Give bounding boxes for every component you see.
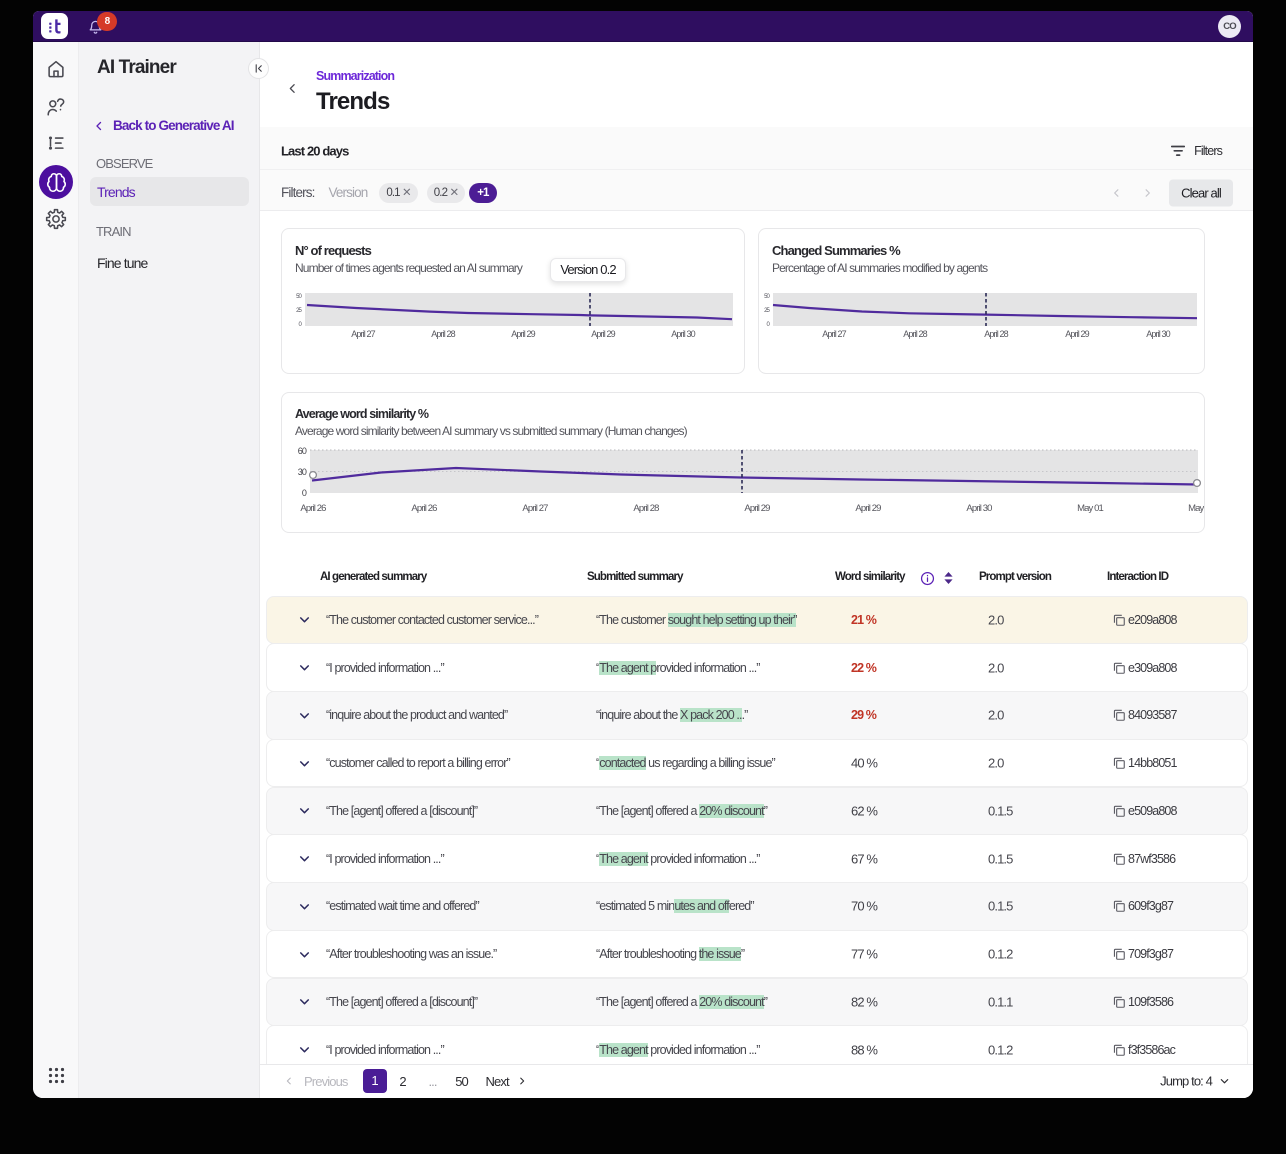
svg-text:April 27: April 27 bbox=[822, 329, 846, 339]
svg-text:April 30: April 30 bbox=[1146, 329, 1170, 339]
svg-text:60: 60 bbox=[298, 446, 307, 456]
svg-text:April 28: April 28 bbox=[431, 329, 455, 339]
svg-text:May 02: May 02 bbox=[1188, 503, 1204, 514]
svg-text:April 27: April 27 bbox=[522, 503, 548, 514]
svg-text:April 27: April 27 bbox=[351, 329, 375, 339]
svg-text:April 29: April 29 bbox=[591, 329, 615, 339]
svg-text:April 26: April 26 bbox=[300, 503, 326, 514]
svg-text:25: 25 bbox=[764, 308, 770, 314]
svg-text:April 29: April 29 bbox=[1065, 329, 1089, 339]
svg-text:0: 0 bbox=[302, 488, 307, 498]
svg-text:April 30: April 30 bbox=[966, 503, 992, 514]
svg-text:50: 50 bbox=[764, 294, 770, 300]
svg-text:30: 30 bbox=[298, 467, 307, 477]
svg-text:0: 0 bbox=[767, 322, 771, 328]
svg-text:April 28: April 28 bbox=[903, 329, 927, 339]
svg-text:April 28: April 28 bbox=[633, 503, 659, 514]
svg-text:April 30: April 30 bbox=[671, 329, 695, 339]
svg-text:April 29: April 29 bbox=[511, 329, 535, 339]
svg-text:April 29: April 29 bbox=[855, 503, 881, 514]
svg-text:50: 50 bbox=[296, 294, 302, 300]
svg-text:April 26: April 26 bbox=[411, 503, 437, 514]
svg-text:April 28: April 28 bbox=[984, 329, 1008, 339]
svg-text:0: 0 bbox=[299, 322, 303, 328]
svg-text:April 29: April 29 bbox=[744, 503, 770, 514]
svg-text:25: 25 bbox=[296, 308, 302, 314]
svg-text:May 01: May 01 bbox=[1077, 503, 1103, 514]
